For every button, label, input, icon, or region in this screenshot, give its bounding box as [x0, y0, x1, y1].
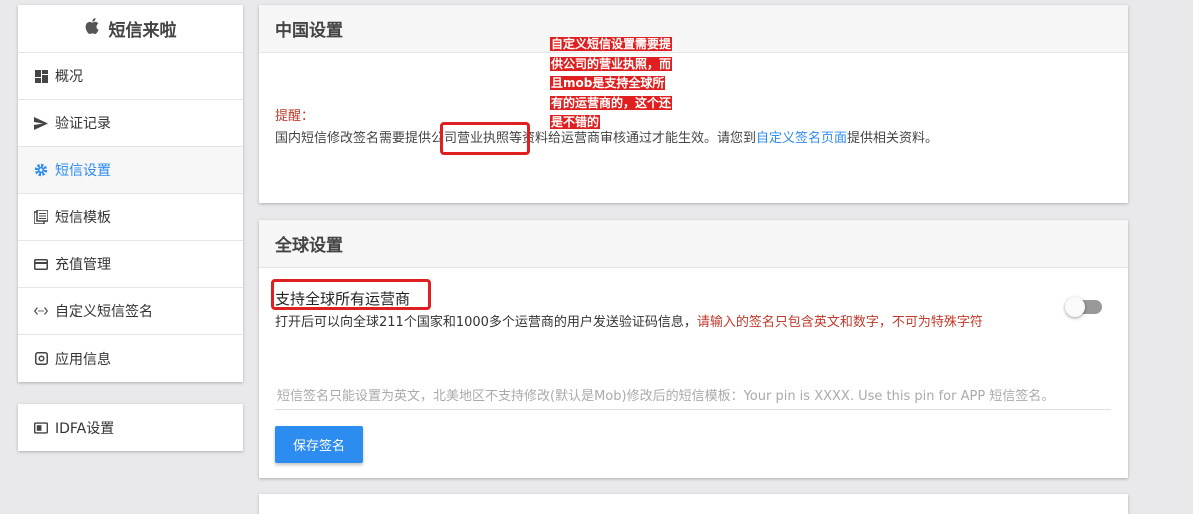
apple-icon: [85, 17, 101, 40]
global-option-desc: 打开后可以向全球211个国家和1000多个运营商的用户发送验证码信息，请输入的签…: [275, 311, 983, 330]
option-desc-text: 打开后可以向全球211个国家和1000多个运营商的用户发送验证码信息，: [275, 315, 697, 330]
save-signature-button[interactable]: 保存签名: [275, 426, 363, 463]
sidebar-item-label: IDFA设置: [55, 420, 115, 437]
sidebar-item-label: 验证记录: [55, 116, 111, 132]
panel-title: 全球设置: [259, 220, 1128, 268]
annotation-line: 有的运营商的，这个还: [550, 95, 673, 110]
sidebar-secondary: IDFA设置: [18, 404, 243, 451]
sidebar-item-label: 应用信息: [55, 351, 111, 368]
gear-icon: [34, 163, 48, 177]
dashboard-icon: [34, 69, 48, 83]
credit-card-icon: [34, 257, 48, 271]
tip-suffix: 提供相关资料。: [847, 131, 939, 146]
next-settings-panel: [259, 494, 1128, 514]
template-icon: [34, 210, 48, 224]
global-settings-panel: 全球设置 支持全球所有运营商 打开后可以向全球211个国家和1000多个运营商的…: [259, 220, 1128, 478]
sidebar-item-idfa[interactable]: IDFA设置: [18, 404, 243, 451]
brand-title: 短信来啦: [108, 21, 177, 41]
sidebar-item-label: 充值管理: [55, 257, 111, 273]
annotation-note: 自定义短信设置需要提 供公司的营业执照，而 且mob是支持全球所 有的运营商的，…: [550, 35, 700, 133]
signature-input[interactable]: [275, 384, 1111, 410]
app-icon: [34, 352, 48, 366]
sidebar-item-label: 概况: [55, 69, 83, 85]
annotation-line: 供公司的营业执照，而: [550, 56, 673, 71]
sidebar-item-recharge[interactable]: 充值管理: [18, 241, 243, 288]
brand: 短信来啦: [18, 5, 243, 53]
toggle-knob: [1065, 297, 1085, 317]
annotation-highlight-license: [440, 122, 530, 155]
annotation-line: 自定义短信设置需要提: [550, 37, 673, 51]
sidebar-item-custom-signature[interactable]: 自定义短信签名: [18, 288, 243, 335]
annotation-line: 是不错的: [550, 115, 601, 129]
annotation-line: 且mob是支持全球所: [550, 76, 666, 90]
code-icon: [34, 304, 48, 318]
sidebar-item-sms-settings[interactable]: 短信设置: [18, 147, 243, 194]
tip-label: 提醒：: [275, 109, 315, 124]
custom-signature-link[interactable]: 自定义签名页面: [756, 131, 847, 146]
sidebar: 短信来啦 概况 验证记录 短信设置 短信模板 充值管理 自定义短信签名 应用信息: [18, 5, 243, 382]
send-icon: [34, 116, 48, 130]
sidebar-item-label: 短信设置: [55, 163, 111, 179]
annotation-highlight-global: [271, 279, 431, 310]
sidebar-item-label: 自定义短信签名: [55, 304, 153, 320]
sidebar-item-app-info[interactable]: 应用信息: [18, 335, 243, 382]
sidebar-item-sms-templates[interactable]: 短信模板: [18, 194, 243, 241]
sidebar-item-overview[interactable]: 概况: [18, 53, 243, 100]
sidebar-item-verify-records[interactable]: 验证记录: [18, 100, 243, 147]
global-carrier-toggle[interactable]: [1065, 297, 1102, 317]
option-warning-text: 请输入的签名只包含英文和数字，不可为特殊字符: [696, 315, 983, 330]
id-card-icon: [34, 421, 48, 435]
sidebar-item-label: 短信模板: [55, 210, 111, 226]
